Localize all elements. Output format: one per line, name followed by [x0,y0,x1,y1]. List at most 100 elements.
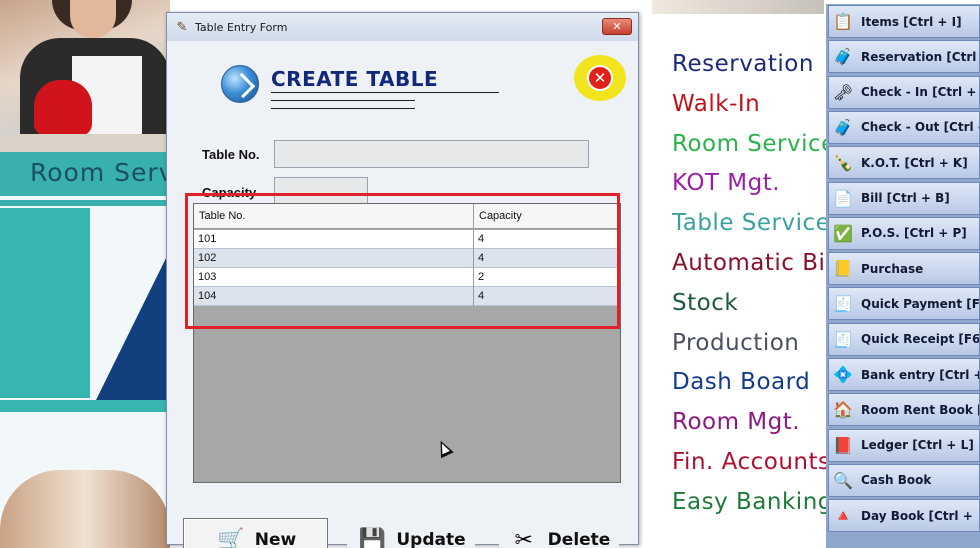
bank-entry-icon: 💠 [833,365,853,384]
update-button-label: Update [396,530,466,548]
capacity-cell[interactable]: 2 [474,268,488,286]
sidebar-button-label: Ledger [Ctrl + L] [861,438,974,453]
sidebar-button-label: Cash Book [861,473,932,488]
new-button[interactable]: 🛒 New [183,518,328,548]
sidebar-button[interactable]: 🧳 Reservation [Ctrl [828,40,980,74]
window-close-button[interactable]: ✕ [602,18,632,35]
table-grid[interactable]: Table No. Capacity 101 4 102 4 103 2 104 4 [193,203,621,483]
pos-icon: ✅ [833,223,853,243]
table-row[interactable]: 103 2 [194,268,620,287]
new-record-icon: 🛒 [217,527,245,548]
sidebar-button-label: Quick Payment [F5 [861,296,980,311]
main-menu-item[interactable]: Production [672,327,828,367]
check-in-icon: 🗝 [832,82,854,102]
main-menu: Reservation Walk-In Room Service KOT Mgt. Ta… [672,48,828,526]
main-menu-item[interactable]: Fin. Accounts [672,446,828,486]
sidebar-button[interactable]: 🍾 K.O.T. [Ctrl + K] [828,146,980,180]
main-menu-item[interactable]: Room Service [672,128,828,168]
decorative-star [96,250,170,400]
sidebar-button-label: P.O.S. [Ctrl + P] [861,226,967,241]
header-underline [271,100,415,101]
shortcut-sidebar: 📋 Items [Ctrl + I] 🧳 Reservation [Ctrl 🗝 Chec… [826,4,980,548]
sidebar-button-label: Quick Receipt [F6] [861,332,980,347]
items-icon: 📋 [833,12,853,31]
table-no-cell[interactable]: 104 [194,287,220,305]
purchase-icon: 📒 [833,259,853,279]
new-button-label: New [254,530,297,548]
title-bar[interactable]: ✎ Table Entry Form ✕ [167,13,638,41]
capacity-cell[interactable]: 4 [474,287,488,305]
sidebar-button[interactable]: 📒 Purchase [828,252,980,286]
sidebar-button[interactable]: 🧾 Quick Payment [F5 [828,287,980,321]
table-row[interactable]: 102 4 [194,249,620,268]
table-no-cell[interactable]: 103 [194,268,220,286]
table-no-input[interactable] [274,140,589,168]
background-left-panel: Room Serv [0,0,170,548]
sidebar-button-label: Items [Ctrl + I] [861,14,962,29]
day-book-icon: 🔺 [833,506,853,526]
kot-icon: 🍾 [833,153,853,173]
sidebar-button-label: Bill [Ctrl + B] [861,191,950,205]
sidebar-button[interactable]: 🗝 Check - In [Ctrl + [828,75,980,109]
main-menu-item[interactable]: Walk-In [672,88,828,128]
update-button[interactable]: 💾 Update [347,518,475,548]
decorative-teal-block [0,208,90,398]
delete-button-label: Delete [547,530,611,548]
sidebar-button[interactable]: 🧾 Quick Receipt [F6] [828,322,980,356]
sidebar-button[interactable]: 🔍 Cash Book [828,463,980,497]
table-row[interactable]: 104 4 [194,287,620,306]
header-underline [271,108,415,109]
form-body: CREATE TABLE ✕ Table No. Capacity Table … [171,43,634,548]
globe-check-icon [221,65,259,103]
header-underline [271,92,499,93]
sidebar-button[interactable]: ✅ P.O.S. [Ctrl + P] [828,216,980,250]
table-no-cell[interactable]: 102 [194,249,220,267]
main-menu-item[interactable]: Room Mgt. [672,406,828,446]
main-menu-item[interactable]: Reservation [672,48,828,88]
table-entry-form-window: ✎ Table Entry Form ✕ CREATE TABLE ✕ Tabl… [166,12,639,548]
reservation-icon: 🧳 [833,47,853,67]
sidebar-button-label: Reservation [Ctrl [861,49,977,64]
main-menu-item[interactable]: KOT Mgt. [672,167,828,207]
hostess-photo [0,0,170,152]
delete-button[interactable]: ✂ Delete [499,518,619,548]
sidebar-button-label: Check - In [Ctrl + [861,85,977,100]
sidebar-button[interactable]: 🔺 Day Book [Ctrl + [828,499,980,533]
sidebar-button[interactable]: 📋 Items [Ctrl + I] [828,5,980,38]
sidebar-button-label: Bank entry [Ctrl + [861,367,980,382]
table-no-cell[interactable]: 101 [194,230,220,248]
sidebar-button[interactable]: 📄 Bill [Ctrl + B] [828,181,980,215]
capacity-input[interactable] [274,177,368,205]
bill-icon: 📄 [833,188,853,208]
close-form-button[interactable]: ✕ [574,55,626,101]
column-header-table-no[interactable]: Table No. [194,206,250,226]
capacity-label: Capacity [202,185,257,200]
capacity-cell[interactable]: 4 [474,249,488,267]
capacity-cell[interactable]: 4 [474,230,488,248]
table-no-label: Table No. [202,147,260,162]
app-icon: ✎ [176,19,188,35]
background-photo-strip [652,0,824,14]
main-menu-item[interactable]: Stock [672,287,828,327]
sidebar-button[interactable]: 📕 Ledger [Ctrl + L] [828,428,980,462]
ledger-icon: 📕 [833,435,853,455]
sidebar-button[interactable]: 🧳 Check - Out [Ctrl - [828,110,980,144]
sidebar-button[interactable]: 💠 Bank entry [Ctrl + [828,358,980,391]
table-row[interactable]: 101 4 [194,230,620,249]
room-rent-icon: 🏠 [833,400,853,420]
form-header-title: CREATE TABLE [271,67,439,91]
room-service-banner: Room Serv [0,152,170,196]
column-header-capacity[interactable]: Capacity [474,206,527,226]
grid-header: Table No. Capacity [194,204,620,229]
main-menu-item[interactable]: Easy Banking [672,486,828,526]
delete-icon: ✂ [514,527,533,548]
main-menu-item[interactable]: Dash Board [672,366,828,406]
main-menu-item[interactable]: Table Service [672,207,828,247]
quick-payment-icon: 🧾 [833,294,853,314]
sidebar-button-label: Day Book [Ctrl + [861,508,973,523]
cash-book-icon: 🔍 [833,470,853,490]
save-disk-icon: 💾 [358,527,387,548]
close-icon: ✕ [587,65,613,91]
sidebar-button[interactable]: 🏠 Room Rent Book [ [828,393,980,427]
main-menu-item[interactable]: Automatic Bil [672,247,828,287]
